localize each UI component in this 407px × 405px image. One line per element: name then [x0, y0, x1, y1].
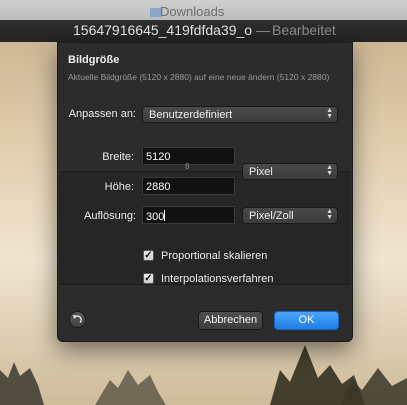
fit-label: Anpassen an: [68, 108, 136, 120]
finder-toolbar: Downloads [0, 0, 407, 20]
resolution-unit-value: Pixel/Zoll [249, 210, 294, 222]
size-unit-popup[interactable]: Pixel ▲ ▼ [242, 163, 338, 180]
resolution-label: Auflösung: [84, 210, 136, 222]
window-file-name: 15647916645_419fdfda39_o [73, 22, 253, 38]
image-size-dialog: Bildgröße Aktuelle Bildgröße (5120 x 288… [57, 42, 353, 342]
revert-icon [73, 315, 82, 324]
ok-button[interactable]: OK [274, 311, 339, 330]
proportional-checkbox[interactable]: ✓ [143, 250, 154, 261]
resolution-field[interactable]: 300 [142, 206, 235, 224]
interpolation-label: Interpolationsverfahren [161, 273, 274, 285]
popup-arrows-icon: ▲ ▼ [326, 208, 333, 221]
text-caret [164, 210, 166, 221]
revert-button[interactable] [69, 311, 86, 328]
window-titlebar: 15647916645_419fdfda39_o — Bearbeitet [0, 20, 407, 42]
height-field[interactable]: 2880 [142, 177, 235, 195]
dialog-subtitle: Aktuelle Bildgröße (5120 x 2880) auf ein… [68, 72, 330, 82]
downloads-label[interactable]: Downloads [160, 4, 224, 19]
height-label: Höhe: [104, 181, 134, 193]
cancel-button[interactable]: Abbrechen [198, 311, 263, 330]
tree-silhouettes [0, 345, 407, 405]
size-unit-value: Pixel [249, 166, 273, 178]
popup-arrows-icon: ▲ ▼ [326, 107, 333, 120]
fit-popup-value: Benutzerdefiniert [149, 109, 233, 121]
resolution-unit-popup[interactable]: Pixel/Zoll ▲ ▼ [242, 207, 338, 224]
link-chain-icon: 8 [185, 162, 190, 171]
resolution-value: 300 [146, 211, 165, 223]
fit-popup[interactable]: Benutzerdefiniert ▲ ▼ [142, 106, 338, 123]
width-label: Breite: [102, 151, 134, 163]
title-separator: — [256, 22, 270, 38]
window-edit-state: Bearbeitet [272, 22, 336, 38]
proportional-label: Proportional skalieren [161, 250, 268, 262]
interpolation-checkbox[interactable]: ✓ [143, 273, 154, 284]
popup-arrows-icon: ▲ ▼ [326, 164, 333, 177]
dialog-title: Bildgröße [68, 54, 120, 66]
